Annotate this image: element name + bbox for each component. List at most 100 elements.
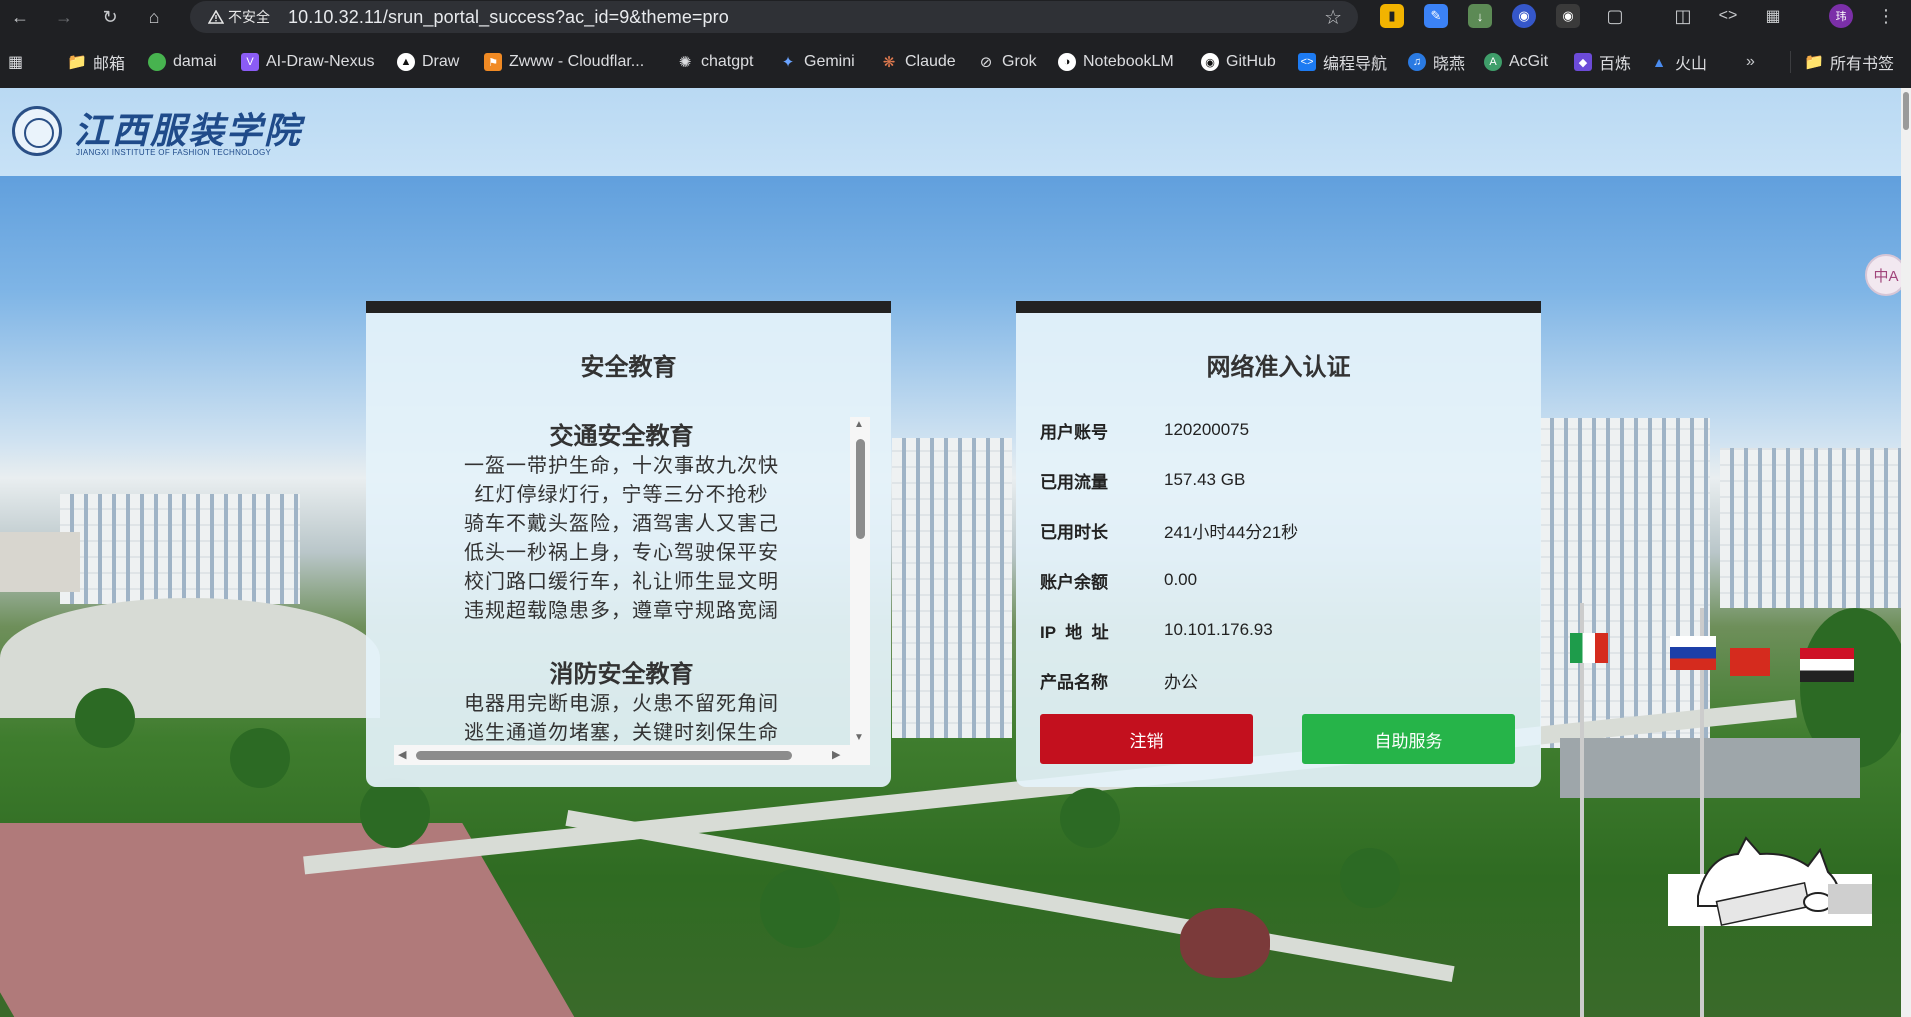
warning-icon: [208, 10, 224, 24]
self-service-button[interactable]: 自助服务: [1302, 714, 1515, 764]
info-value: 办公: [1164, 672, 1198, 692]
extension-incognito-icon[interactable]: ◉: [1556, 4, 1580, 28]
info-row-ip: IP 地 址 10.101.176.93: [1040, 618, 1273, 642]
scroll-left-arrow-icon[interactable]: ◀: [398, 748, 406, 761]
extension-yellow-icon[interactable]: ▮: [1380, 4, 1404, 28]
bookmark-item[interactable]: ◆ 百炼: [1574, 51, 1631, 73]
bookmark-item[interactable]: ✺ chatgpt: [676, 51, 754, 73]
poem-line: 骑车不戴头盔险，酒驾害人又害己: [464, 511, 779, 535]
bookmark-label: NotebookLM: [1083, 53, 1174, 70]
page-scroll-thumb[interactable]: [1903, 92, 1909, 130]
bookmark-item[interactable]: ◑ NotebookLM: [1058, 51, 1174, 73]
education-content: 交通安全教育 一盔一带护生命，十次事故九次快 红灯停绿灯行，宁等三分不抢秒 骑车…: [394, 417, 849, 747]
campus-building: [1540, 418, 1710, 748]
info-key: 已用时长: [1040, 522, 1108, 542]
forward-arrow-icon[interactable]: →: [50, 3, 78, 31]
volcano-icon: ▲: [1652, 54, 1666, 70]
extensions-puzzle-icon[interactable]: ▢: [1603, 4, 1627, 28]
bookmark-item[interactable]: damai: [148, 51, 217, 73]
more-menu-icon[interactable]: ⋮: [1874, 4, 1898, 28]
parking-canopy: [1560, 738, 1860, 798]
bookmark-item[interactable]: ⊘ Grok: [977, 51, 1037, 73]
bookmark-label: 火山: [1675, 56, 1708, 73]
bookmark-item[interactable]: ▲ Draw: [397, 51, 459, 73]
draw-icon: ▲: [397, 53, 415, 71]
back-arrow-icon[interactable]: ←: [6, 3, 34, 31]
sidepanel-icon[interactable]: ◫: [1671, 4, 1695, 28]
info-row-account: 用户账号 120200075: [1040, 418, 1249, 442]
not-secure-badge[interactable]: 不安全: [202, 5, 278, 29]
bongo-cat-icon: [1668, 836, 1872, 926]
scroll-right-arrow-icon[interactable]: ▶: [832, 748, 840, 761]
flag: [1670, 636, 1716, 670]
bookmark-item[interactable]: 📁 邮箱: [67, 51, 125, 73]
apps-grid-icon[interactable]: ▦: [1761, 4, 1785, 28]
all-bookmarks-label: 所有书签: [1830, 56, 1895, 73]
address-bar[interactable]: 不安全 10.10.32.11/srun_portal_success?ac_i…: [190, 1, 1358, 33]
info-key: 用户账号: [1040, 422, 1108, 442]
poem-line: 电器用完断电源，火患不留死角间: [464, 691, 779, 715]
section-heading: 交通安全教育: [549, 421, 694, 450]
bookmarks-overflow-chevron-icon[interactable]: »: [1746, 51, 1755, 73]
chatgpt-icon: ✺: [678, 54, 692, 71]
info-key: IP 地 址: [1040, 622, 1109, 642]
profile-avatar[interactable]: 玮: [1829, 4, 1853, 28]
vertical-scroll-thumb[interactable]: [856, 439, 865, 539]
bookmark-item[interactable]: ✦ Gemini: [779, 51, 855, 73]
flag: [1800, 648, 1854, 682]
url-text[interactable]: 10.10.32.11/srun_portal_success?ac_id=9&…: [288, 7, 729, 28]
apps-shortcut-icon[interactable]: ▦: [8, 51, 23, 73]
info-row-duration: 已用时长 241小时44分21秒: [1040, 518, 1298, 542]
college-logo-english: JIANGXI INSTITUTE OF FASHION TECHNOLOGY: [76, 148, 272, 157]
bookmark-item[interactable]: ❋ Claude: [880, 51, 956, 73]
extension-download-icon[interactable]: ↓: [1468, 4, 1492, 28]
safety-education-card: 安全教育 交通安全教育 一盔一带护生命，十次事故九次快 红灯停绿灯行，宁等三分不…: [366, 301, 891, 787]
flag-pole: [1580, 603, 1584, 1017]
devtools-icon[interactable]: <>: [1716, 4, 1740, 28]
xiaoyan-icon: ♫: [1408, 53, 1426, 71]
bookmark-star-icon[interactable]: ☆: [1324, 5, 1342, 30]
bookmark-item[interactable]: A AcGit: [1484, 51, 1548, 73]
bailian-icon: ◆: [1574, 53, 1592, 71]
page-scrollbar[interactable]: [1901, 88, 1911, 1017]
logout-button[interactable]: 注销: [1040, 714, 1253, 764]
tree: [1340, 848, 1400, 908]
bookmark-item[interactable]: <> 编程导航: [1298, 51, 1387, 73]
browser-toolbar: ← → ↻ ⌂ 不安全 10.10.32.11/srun_portal_succ…: [0, 0, 1911, 34]
bookmark-label: Grok: [1002, 53, 1037, 70]
bookmark-item[interactable]: ⚑ Zwww - Cloudflar...: [484, 51, 644, 73]
acgit-icon: A: [1484, 53, 1502, 71]
education-scroll-area[interactable]: 交通安全教育 一盔一带护生命，十次事故九次快 红灯停绿灯行，宁等三分不抢秒 骑车…: [394, 417, 870, 765]
horizontal-scroll-thumb[interactable]: [416, 751, 792, 760]
scroll-up-arrow-icon[interactable]: ▲: [854, 419, 864, 430]
poem-line: 逃生通道勿堵塞，关键时刻保生命: [464, 720, 779, 744]
poem-line: 低头一秒祸上身，专心驾驶保平安: [464, 540, 779, 564]
home-icon[interactable]: ⌂: [140, 3, 168, 31]
bookmark-item[interactable]: ▲ 火山: [1650, 51, 1707, 73]
info-value: 241小时44分21秒: [1164, 522, 1299, 542]
scroll-down-arrow-icon[interactable]: ▼: [854, 732, 864, 743]
all-bookmarks-folder[interactable]: 📁 所有书签: [1790, 51, 1894, 73]
bookmark-label: Gemini: [804, 53, 855, 70]
info-value: 120200075: [1164, 420, 1250, 439]
bookmark-label: AI-Draw-Nexus: [266, 53, 375, 70]
bookmark-item[interactable]: ♫ 晓燕: [1408, 51, 1465, 73]
horizontal-scrollbar[interactable]: ◀ ▶: [394, 745, 870, 765]
poem-line: 红灯停绿灯行，宁等三分不抢秒: [474, 482, 769, 506]
flower-bed: [1180, 908, 1270, 978]
reload-icon[interactable]: ↻: [96, 3, 124, 31]
info-key: 产品名称: [1040, 672, 1108, 692]
tree: [230, 728, 290, 788]
network-auth-card: 网络准入认证 用户账号 120200075 已用流量 157.43 GB 已用时…: [1016, 301, 1541, 787]
bookmark-item[interactable]: V AI-Draw-Nexus: [241, 51, 374, 73]
extension-globe-icon[interactable]: ◉: [1512, 4, 1536, 28]
campus-building: [1720, 448, 1911, 608]
bookmark-label: Draw: [422, 53, 460, 70]
poem-line: 校门路口缓行车，礼让师生显文明: [464, 569, 779, 593]
folder-icon: 📁: [67, 54, 87, 71]
extension-translate-icon[interactable]: ✎: [1424, 4, 1448, 28]
vertical-scrollbar[interactable]: ▲ ▼: [850, 417, 870, 745]
campus-building: [0, 532, 80, 592]
bookmark-item[interactable]: ◉ GitHub: [1201, 51, 1276, 73]
flag: [1570, 633, 1608, 663]
